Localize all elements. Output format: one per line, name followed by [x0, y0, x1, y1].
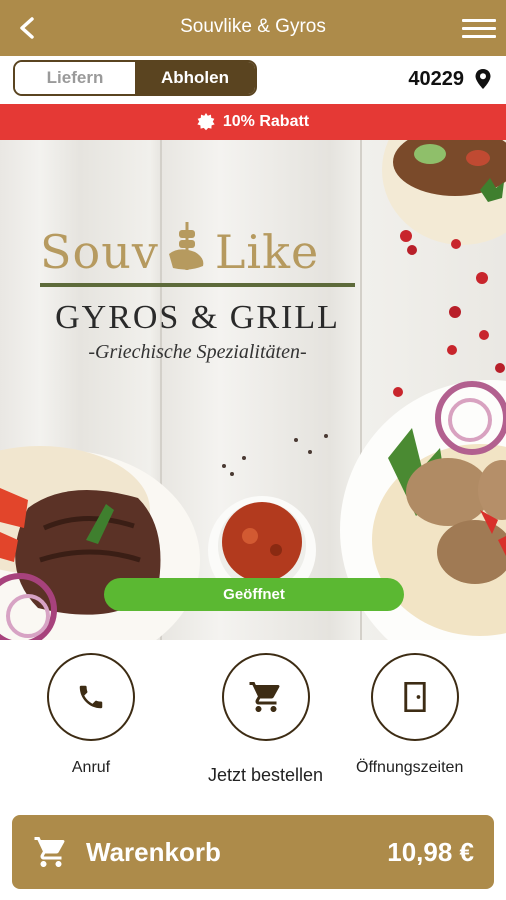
delivery-mode-toggle: Liefern Abholen: [13, 60, 257, 96]
postal-code[interactable]: 40229: [408, 68, 464, 91]
cart-label: Warenkorb: [86, 837, 221, 867]
call-label: Anruf: [71, 759, 111, 776]
restaurant-hero-image: Souv Like GYROS & GRILL -Griechische Spe…: [0, 140, 506, 640]
hamburger-menu-line: [462, 35, 496, 38]
logo-tagline: -Griechische Spezialitäten-: [88, 341, 307, 363]
cart-button[interactable]: Warenkorb 10,98 €: [12, 815, 494, 889]
map-pin-icon[interactable]: [474, 68, 492, 90]
opening-hours-label: Öffnungszeiten: [356, 759, 464, 776]
order-now-label: Jetzt bestellen: [208, 765, 324, 785]
shopping-cart-icon: [34, 837, 65, 867]
opening-hours-action[interactable]: Öffnungszeiten: [356, 653, 463, 777]
order-now-button[interactable]: [221, 653, 310, 741]
hamburger-menu-line: [462, 27, 496, 30]
call-action[interactable]: Anruf: [47, 653, 135, 777]
open-status-badge: Geöffnet: [104, 578, 404, 611]
cart-total: 10,98 €: [387, 837, 474, 867]
logo-subtitle: GYROS & GRILL: [55, 299, 340, 336]
door-icon: [404, 682, 426, 712]
discount-label: 10% Rabatt: [222, 113, 310, 130]
app-header: Souvlike & Gyros: [0, 0, 506, 56]
menu-button[interactable]: [462, 14, 496, 42]
quick-actions: Anruf Jetzt bestellen Öffnungszeiten: [0, 640, 506, 800]
restaurant-logo: Souv Like GYROS & GRILL -Griechische Spe…: [40, 220, 370, 364]
shopping-cart-icon: [249, 682, 280, 712]
opening-hours-button[interactable]: [371, 653, 459, 741]
toggle-option-liefern[interactable]: Liefern: [15, 62, 135, 94]
toggle-option-abholen[interactable]: Abholen: [135, 62, 255, 94]
discount-banner[interactable]: 10% Rabatt: [0, 104, 506, 140]
discount-badge-icon: [197, 113, 215, 131]
souvlaki-hand-icon: [168, 222, 204, 270]
call-button[interactable]: [47, 653, 135, 741]
logo-divider: [40, 283, 355, 287]
phone-icon: [79, 685, 103, 709]
logo-word2: Like: [214, 225, 320, 279]
delivery-mode-bar: Liefern Abholen 40229: [0, 56, 506, 104]
logo-wordmark: Souv Like: [40, 220, 370, 279]
food-plates-illustration: [0, 140, 506, 640]
order-now-action[interactable]: Jetzt bestellen: [208, 653, 323, 786]
hamburger-menu-icon: [462, 19, 496, 22]
logo-word1: Souv: [40, 225, 159, 279]
page-title: Souvlike & Gyros: [180, 16, 326, 37]
